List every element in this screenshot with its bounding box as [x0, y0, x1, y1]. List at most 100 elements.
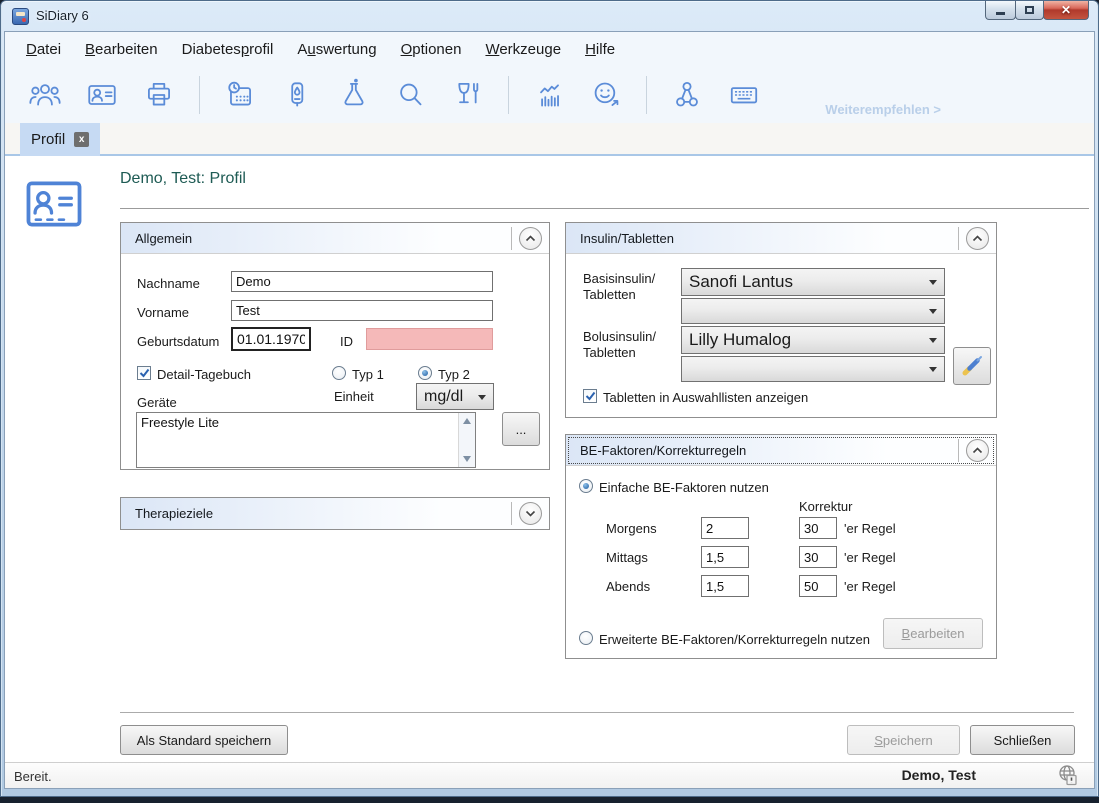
profile-card-icon[interactable] [84, 77, 120, 113]
weiterempfehlen-link[interactable]: Weiterempfehlen > [825, 102, 941, 117]
group-allgemein: Allgemein Nachname Vorname Geburtsdatum … [120, 222, 550, 470]
basisinsulin-label-line2: Tabletten [583, 287, 636, 302]
check-icon [585, 391, 596, 401]
abends-faktor-input[interactable] [701, 575, 749, 597]
statusbar: Bereit. Demo, Test [5, 762, 1094, 788]
footer-divider [120, 712, 1074, 713]
collapse-up-button[interactable] [966, 439, 989, 462]
korrektur-label: Korrektur [799, 499, 852, 514]
menu-optionen[interactable]: Optionen [401, 41, 462, 58]
group-therapieziele-title: Therapieziele [135, 506, 213, 521]
patients-icon[interactable] [27, 77, 63, 113]
vorname-input[interactable] [231, 300, 493, 321]
collapse-up-button[interactable] [519, 227, 542, 250]
morgens-label: Morgens [606, 521, 657, 536]
einfache-be-radio[interactable] [579, 479, 593, 493]
insulin-pen-icon [960, 354, 984, 378]
basisinsulin-combobox-2[interactable] [681, 298, 945, 324]
expand-down-button[interactable] [519, 502, 542, 525]
typ2-label: Typ 2 [438, 367, 470, 382]
group-therapieziele: Therapieziele [120, 497, 550, 530]
abends-korrektur-input[interactable] [799, 575, 837, 597]
scroll-up-icon[interactable] [463, 418, 471, 424]
geraete-label: Geräte [137, 395, 177, 410]
bolusinsulin-combobox-1[interactable]: Lilly Humalog [681, 326, 945, 354]
close-button[interactable]: ✕ [1043, 1, 1089, 20]
geraete-listbox[interactable]: Freestyle Lite [136, 412, 476, 468]
status-text: Bereit. [14, 769, 52, 784]
share-icon[interactable] [669, 77, 705, 113]
menu-hilfe[interactable]: Hilfe [585, 41, 615, 58]
header-divider [511, 227, 512, 250]
group-allgemein-header: Allgemein [121, 223, 549, 254]
als-standard-speichern-button[interactable]: Als Standard speichern [120, 725, 288, 755]
menubar: Datei Bearbeiten Diabetesprofil Auswertu… [5, 32, 1094, 66]
typ1-label: Typ 1 [352, 367, 384, 382]
wellbeing-smiley-icon[interactable] [588, 77, 624, 113]
bolusinsulin-label-line1: Bolusinsulin/ [583, 329, 656, 344]
glucose-meter-icon[interactable] [279, 77, 315, 113]
chevron-down-icon [929, 367, 937, 372]
schliessen-button[interactable]: Schließen [970, 725, 1075, 755]
group-insulin-title: Insulin/Tabletten [580, 231, 674, 246]
header-divider [958, 439, 959, 462]
group-be-header: BE-Faktoren/Korrekturregeln [566, 435, 996, 466]
tab-profil[interactable]: Profil x [20, 123, 100, 156]
geraete-list-item[interactable]: Freestyle Lite [137, 413, 475, 432]
morgens-korrektur-input[interactable] [799, 517, 837, 539]
lab-flask-icon[interactable] [336, 77, 372, 113]
menu-diabetesprofil[interactable]: Diabetesprofil [182, 41, 274, 58]
nachname-input[interactable] [231, 271, 493, 292]
chevron-down-icon [478, 395, 486, 400]
tabletten-anzeigen-checkbox[interactable] [583, 389, 597, 403]
menu-werkzeuge[interactable]: Werkzeuge [485, 41, 561, 58]
einfache-be-label: Einfache BE-Faktoren nutzen [599, 480, 769, 495]
insulin-pen-button[interactable] [953, 347, 991, 385]
minimize-icon [996, 12, 1005, 15]
search-icon[interactable] [393, 77, 429, 113]
id-input[interactable] [366, 328, 493, 350]
erweiterte-be-radio[interactable] [579, 631, 593, 645]
detail-tagebuch-label: Detail-Tagebuch [157, 367, 251, 382]
group-be-title: BE-Faktoren/Korrekturregeln [580, 443, 746, 458]
listbox-scrollbar[interactable] [458, 413, 475, 467]
geraete-more-button[interactable]: ... [502, 412, 540, 446]
toolbar-separator [508, 76, 509, 114]
menu-bearbeiten[interactable]: Bearbeiten [85, 41, 158, 58]
status-current-user: Demo, Test [902, 767, 976, 783]
mittags-korrektur-input[interactable] [799, 546, 837, 568]
collapse-up-button[interactable] [966, 227, 989, 250]
morgens-faktor-input[interactable] [701, 517, 749, 539]
basisinsulin-combobox-1[interactable]: Sanofi Lantus [681, 268, 945, 296]
tabletten-anzeigen-label: Tabletten in Auswahllisten anzeigen [603, 390, 808, 405]
bolusinsulin-combobox-2[interactable] [681, 356, 945, 382]
chevron-down-icon [929, 309, 937, 314]
geburtsdatum-input[interactable] [231, 327, 311, 351]
detail-tagebuch-checkbox[interactable] [137, 366, 151, 380]
basisinsulin-label-line1: Basisinsulin/ [583, 271, 655, 286]
header-divider [511, 502, 512, 525]
typ1-radio[interactable] [332, 366, 346, 380]
nutrition-icon[interactable] [450, 77, 486, 113]
einheit-combobox[interactable]: mg/dl [416, 383, 494, 410]
diary-calendar-icon[interactable] [222, 77, 258, 113]
group-be-faktoren: BE-Faktoren/Korrekturregeln Einfache BE-… [565, 434, 997, 659]
morgens-regel-suffix: 'er Regel [844, 521, 896, 536]
toolbar-separator [646, 76, 647, 114]
scroll-down-icon[interactable] [463, 456, 471, 462]
menu-datei[interactable]: Datei [26, 41, 61, 58]
statistics-icon[interactable] [531, 77, 567, 113]
printer-icon[interactable] [141, 77, 177, 113]
minimize-button[interactable] [985, 1, 1016, 20]
speichern-button[interactable]: Speichern [847, 725, 960, 755]
bearbeiten-button[interactable]: Bearbeiten [883, 618, 983, 649]
bolusinsulin-value: Lilly Humalog [689, 330, 791, 350]
app-window: SiDiary 6 ✕ Datei Bearbeiten Diabetespro… [0, 0, 1099, 797]
maximize-button[interactable] [1015, 1, 1044, 20]
typ2-radio[interactable] [418, 366, 432, 380]
mittags-faktor-input[interactable] [701, 546, 749, 568]
menu-auswertung[interactable]: Auswertung [297, 41, 376, 58]
keyboard-icon[interactable] [726, 77, 762, 113]
tab-close-icon[interactable]: x [74, 132, 89, 147]
profile-card-big-icon [26, 180, 82, 233]
